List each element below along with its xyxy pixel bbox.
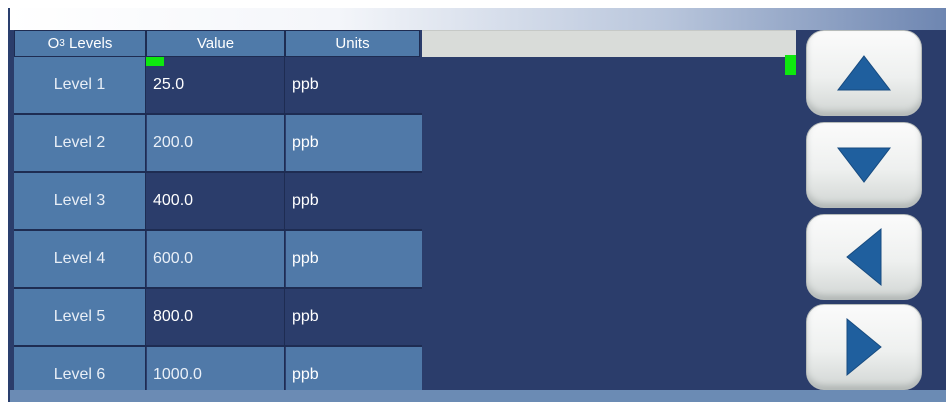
table-row[interactable]: Level 1 25.0 ppb: [14, 57, 422, 115]
triangle-down-icon: [836, 147, 892, 183]
row-units: ppb: [286, 231, 422, 287]
table-row[interactable]: Level 4 600.0 ppb: [14, 231, 422, 289]
column-header-units: Units: [285, 30, 420, 57]
row-units: ppb: [286, 289, 422, 345]
row-label: Level 6: [14, 347, 146, 390]
triangle-right-icon: [846, 317, 882, 377]
scroll-down-button[interactable]: [806, 122, 922, 208]
row-value[interactable]: 800.0: [147, 289, 285, 345]
selection-indicator: [146, 57, 164, 66]
table-row[interactable]: Level 6 1000.0 ppb: [14, 347, 422, 390]
scroll-position-indicator: [785, 55, 796, 75]
row-units: ppb: [286, 115, 422, 171]
row-label: Level 1: [14, 57, 146, 113]
row-units: ppb: [286, 347, 422, 390]
triangle-up-icon: [836, 55, 892, 91]
column-header-levels: O3 Levels: [14, 30, 146, 57]
scroll-up-button[interactable]: [806, 30, 922, 116]
window: O3 Levels Value Units Level 1 25.0 ppb L…: [0, 0, 946, 402]
triangle-left-icon: [846, 227, 882, 287]
table-row[interactable]: Level 5 800.0 ppb: [14, 289, 422, 347]
header-levels-prefix: O: [47, 35, 60, 52]
header-levels-suffix: Levels: [64, 35, 113, 52]
table-row[interactable]: Level 2 200.0 ppb: [14, 115, 422, 173]
row-label: Level 5: [14, 289, 146, 345]
title-bar: [8, 8, 946, 30]
horizontal-scrollbar-track[interactable]: [422, 30, 796, 57]
scroll-right-button[interactable]: [806, 304, 922, 390]
row-value[interactable]: 1000.0: [147, 347, 285, 390]
scroll-left-button[interactable]: [806, 214, 922, 300]
left-border: [8, 8, 10, 402]
row-value[interactable]: 200.0: [147, 115, 285, 171]
row-value[interactable]: 400.0: [147, 173, 285, 229]
row-units: ppb: [286, 57, 422, 113]
row-label: Level 3: [14, 173, 146, 229]
bottom-bar: [10, 390, 946, 402]
column-header-value: Value: [146, 30, 285, 57]
row-units: ppb: [286, 173, 422, 229]
row-value[interactable]: 25.0: [147, 57, 285, 113]
row-value[interactable]: 600.0: [147, 231, 285, 287]
row-label: Level 4: [14, 231, 146, 287]
table-row[interactable]: Level 3 400.0 ppb: [14, 173, 422, 231]
row-label: Level 2: [14, 115, 146, 171]
